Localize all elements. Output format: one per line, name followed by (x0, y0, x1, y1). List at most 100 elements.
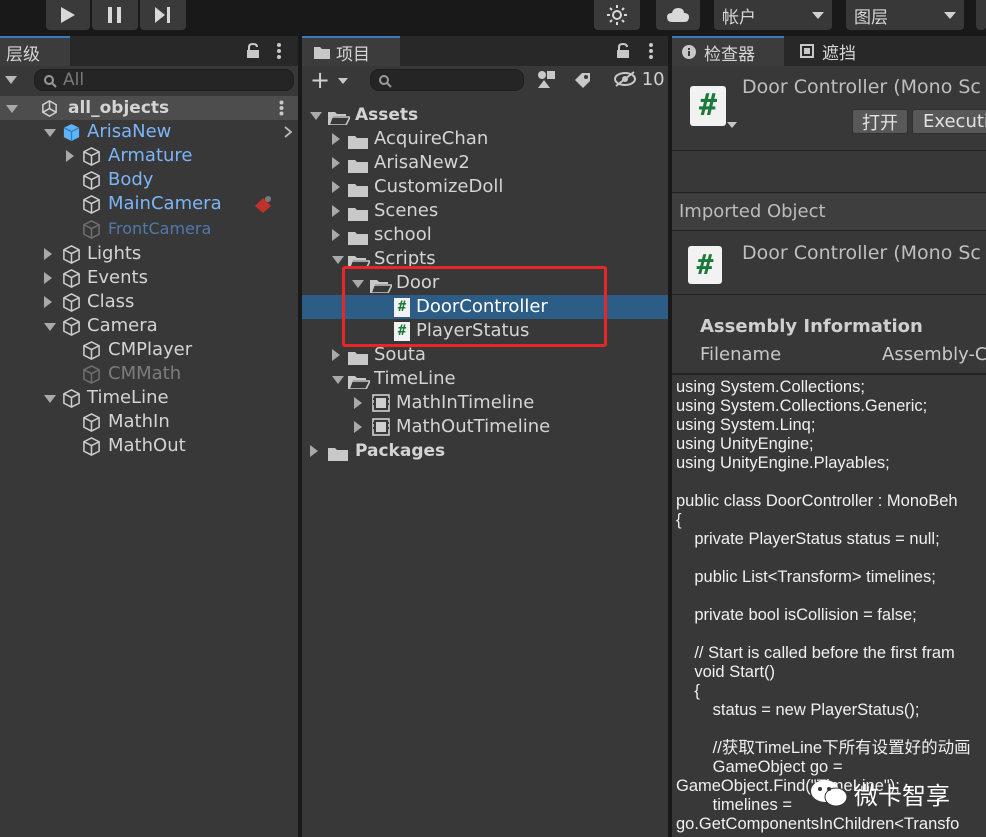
panel-splitter[interactable] (668, 36, 672, 837)
search-placeholder: All (63, 70, 85, 90)
hierarchy-item-label: MathIn (108, 411, 170, 432)
expand-right-icon[interactable] (310, 445, 318, 457)
hierarchy-search-input[interactable]: All (34, 69, 294, 91)
gameobject-icon (82, 437, 101, 456)
expand-down-icon[interactable] (44, 323, 56, 331)
hierarchy-item[interactable]: FrontCamera (0, 217, 298, 241)
hierarchy-item[interactable]: Armature (0, 144, 298, 168)
hierarchy-item[interactable]: Class (0, 290, 298, 314)
expand-down-icon[interactable] (44, 395, 56, 403)
camera-gizmo-icon (255, 196, 271, 213)
tab-hierarchy[interactable]: 层级 (0, 36, 70, 66)
expand-right-icon[interactable] (44, 272, 52, 284)
play-button[interactable] (46, 0, 90, 30)
divider (672, 230, 986, 231)
hierarchy-item[interactable]: Events (0, 266, 298, 290)
expand-right-icon[interactable] (332, 157, 340, 169)
hierarchy-item[interactable]: MainCamera (0, 192, 298, 216)
project-item[interactable]: MathInTimeline (302, 391, 668, 415)
cloud-button[interactable] (656, 0, 700, 30)
gameobject-icon (62, 245, 81, 264)
tab-hierarchy-label: 层级 (6, 44, 40, 65)
project-item-label: MathOutTimeline (396, 416, 551, 437)
expand-down-icon[interactable] (6, 105, 18, 113)
hierarchy-item[interactable]: Body (0, 168, 298, 192)
gameobject-icon (82, 413, 101, 432)
hierarchy-item[interactable]: CMPlayer (0, 338, 298, 362)
project-item-label: Packages (355, 441, 446, 461)
gameobject-icon (82, 195, 101, 214)
add-asset-button[interactable]: + (310, 68, 354, 92)
hierarchy-item[interactable]: CMMath (0, 362, 298, 386)
hierarchy-item[interactable]: Camera (0, 314, 298, 338)
layers-dropdown[interactable]: 图层 (846, 0, 964, 30)
project-item[interactable]: school (302, 223, 668, 247)
more-icon[interactable] (648, 42, 654, 60)
chevron-down-icon (812, 12, 824, 19)
project-item[interactable]: ArisaNew2 (302, 151, 668, 175)
expand-right-icon[interactable] (66, 150, 74, 162)
expand-right-icon[interactable] (44, 248, 52, 260)
layout-dropdown[interactable] (976, 0, 986, 30)
hierarchy-item[interactable]: all_objects (0, 96, 298, 120)
filename-label: Filename (700, 344, 782, 365)
account-dropdown[interactable]: 帐户 (714, 0, 832, 30)
expand-down-icon[interactable] (310, 112, 322, 120)
hidden-packages-toggle[interactable]: 10 (614, 68, 665, 92)
hierarchy-item[interactable]: TimeLine (0, 386, 298, 410)
tab-occlusion[interactable]: 遮挡 (790, 36, 890, 66)
pause-icon (108, 7, 121, 23)
lock-icon[interactable] (246, 43, 260, 59)
expand-right-icon[interactable] (354, 421, 362, 433)
expand-right-icon[interactable] (44, 296, 52, 308)
more-icon[interactable] (276, 42, 282, 60)
expand-down-icon[interactable] (332, 256, 344, 264)
expand-right-icon[interactable] (332, 205, 340, 217)
hierarchy-item-label: all_objects (68, 98, 170, 118)
settings-button[interactable] (594, 0, 640, 30)
lock-icon[interactable] (616, 43, 630, 59)
project-item[interactable]: CustomizeDoll (302, 175, 668, 199)
hierarchy-item[interactable]: Lights (0, 242, 298, 266)
more-icon[interactable] (279, 100, 284, 116)
script-file-icon: # (690, 86, 726, 126)
open-button[interactable]: 打开 (852, 109, 908, 134)
panel-splitter[interactable] (298, 36, 302, 837)
project-item[interactable]: Assets (302, 103, 668, 127)
label-tag-icon[interactable] (574, 72, 592, 88)
hierarchy-item[interactable]: MathOut (0, 434, 298, 458)
expand-down-icon[interactable] (332, 376, 344, 384)
expand-down-icon[interactable] (44, 129, 56, 137)
step-button[interactable] (140, 0, 186, 30)
project-item[interactable]: Packages (302, 439, 668, 463)
open-label: 打开 (862, 112, 898, 134)
create-dropdown-icon[interactable] (5, 76, 17, 86)
hierarchy-item-label: ArisaNew (87, 121, 172, 142)
execution-order-button[interactable]: Executi (912, 109, 986, 134)
folder-icon (348, 132, 368, 149)
hierarchy-item[interactable]: MathIn (0, 410, 298, 434)
play-icon (61, 7, 75, 23)
step-icon (155, 7, 170, 23)
search-icon (379, 75, 392, 88)
project-item[interactable]: TimeLine (302, 367, 668, 391)
chevron-down-icon[interactable] (727, 122, 737, 130)
filter-by-type-icon[interactable] (536, 70, 558, 90)
project-item[interactable]: AcquireChan (302, 127, 668, 151)
tab-project[interactable]: 项目 (302, 36, 400, 66)
project-item[interactable]: MathOutTimeline (302, 415, 668, 439)
expand-right-icon[interactable] (332, 133, 340, 145)
watermark: 微卡智享 (810, 776, 950, 810)
pause-button[interactable] (92, 0, 138, 30)
project-search-input[interactable] (370, 69, 524, 91)
expand-right-icon[interactable] (332, 349, 340, 361)
project-item[interactable]: Scenes (302, 199, 668, 223)
expand-right-icon[interactable] (332, 229, 340, 241)
expand-right-icon[interactable] (354, 397, 362, 409)
hierarchy-item[interactable]: ArisaNew (0, 120, 298, 144)
tab-inspector[interactable]: 检查器 (672, 36, 784, 66)
chevron-right-icon[interactable] (284, 126, 292, 138)
expand-right-icon[interactable] (332, 181, 340, 193)
chevron-down-icon (338, 78, 348, 84)
project-item-label: ArisaNew2 (374, 152, 470, 173)
